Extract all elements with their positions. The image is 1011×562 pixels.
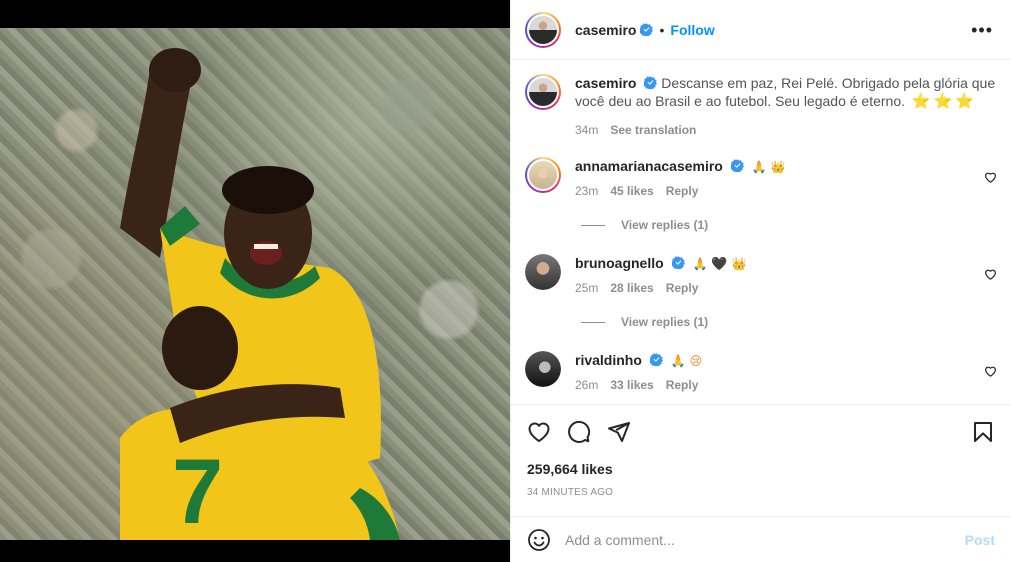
comment-time[interactable]: 26m <box>575 378 598 392</box>
likes-count[interactable]: 259,664 likes <box>527 461 995 477</box>
author-avatar-image <box>527 13 559 46</box>
sad-face-emoji: 😢 <box>689 354 703 368</box>
crown-emoji: 👑 <box>770 160 786 174</box>
see-translation-button[interactable]: See translation <box>610 123 696 137</box>
heart-icon[interactable] <box>527 420 551 444</box>
post-timestamp[interactable]: 34 MINUTES AGO <box>527 487 995 498</box>
praying-hands-emoji: 🙏 <box>751 160 767 174</box>
share-icon[interactable] <box>607 420 631 444</box>
verified-badge-icon <box>644 76 658 89</box>
comment-item: brunoagnello 🙏 🖤 👑 25m 28 likes Reply <box>525 254 997 295</box>
view-replies-label: View replies (1) <box>621 315 709 329</box>
verified-badge-icon <box>649 353 663 366</box>
author-username[interactable]: casemiro <box>575 22 636 38</box>
comment-heart-icon[interactable] <box>984 268 997 280</box>
black-heart-emoji: 🖤 <box>711 256 728 271</box>
comment-icon[interactable] <box>567 420 591 444</box>
commenter-avatar[interactable] <box>525 157 561 193</box>
post-media-pane: 7 <box>0 0 510 562</box>
view-replies-label: View replies (1) <box>621 218 709 232</box>
reply-button[interactable]: Reply <box>666 378 699 392</box>
emoji-icon[interactable] <box>527 528 551 552</box>
comment-likes[interactable]: 33 likes <box>610 378 653 392</box>
reply-button[interactable]: Reply <box>666 184 699 198</box>
caption-text: Descanse em paz, Rei Pelé. Obrigado pela… <box>575 75 996 109</box>
crown-emoji: 👑 <box>731 257 747 271</box>
bookmark-icon[interactable] <box>971 420 995 444</box>
star-emoji: ⭐ <box>955 93 974 110</box>
comment-item: rivaldinho 🙏 😢 26m 33 likes Reply <box>525 351 997 392</box>
praying-hands-emoji: 🙏 <box>670 354 686 368</box>
star-emoji: ⭐ <box>911 93 931 110</box>
post-details-pane: casemiro • Follow ••• casemiro Descanse … <box>510 0 1011 562</box>
verified-badge-icon <box>640 23 654 36</box>
commenter-avatar-image <box>525 351 561 387</box>
commenter-username[interactable]: rivaldinho <box>575 352 642 368</box>
add-comment-bar: Post <box>511 516 1011 562</box>
view-replies-button[interactable]: View replies (1) <box>581 218 997 232</box>
commenter-username[interactable]: brunoagnello <box>575 255 664 271</box>
caption-author-avatar-image <box>527 76 559 108</box>
follow-button[interactable]: Follow <box>670 22 714 38</box>
view-replies-button[interactable]: View replies (1) <box>581 315 997 329</box>
caption-entry: casemiro Descanse em paz, Rei Pelé. Obri… <box>525 74 997 137</box>
comment-item: annamarianacasemiro 🙏 👑 23m 45 likes Repl… <box>525 157 997 198</box>
caption-author-username[interactable]: casemiro <box>575 75 636 91</box>
commenter-avatar[interactable] <box>525 351 561 387</box>
post-photo[interactable]: 7 <box>0 28 510 540</box>
commenter-avatar-image <box>525 254 561 290</box>
praying-hands-emoji: 🙏 <box>692 257 708 271</box>
commenter-username[interactable]: annamarianacasemiro <box>575 158 723 174</box>
verified-badge-icon <box>730 159 744 172</box>
caption-time[interactable]: 34m <box>575 123 598 137</box>
post-header: casemiro • Follow ••• <box>511 0 1011 60</box>
comment-heart-icon[interactable] <box>984 171 997 183</box>
star-emoji: ⭐ <box>933 93 953 110</box>
author-avatar[interactable] <box>525 11 561 48</box>
comment-likes[interactable]: 28 likes <box>610 281 653 295</box>
comment-heart-icon[interactable] <box>984 365 997 377</box>
photo-figures <box>120 48 400 540</box>
jersey-number: 7 <box>172 441 224 540</box>
more-options-icon[interactable]: ••• <box>967 21 997 39</box>
comment-time[interactable]: 25m <box>575 281 598 295</box>
caption-author-avatar[interactable] <box>525 74 561 110</box>
replies-divider-line <box>581 224 605 226</box>
comment-time[interactable]: 23m <box>575 184 598 198</box>
action-icon-row <box>527 419 995 445</box>
post-actions: 259,664 likes 34 MINUTES AGO <box>511 404 1011 516</box>
commenter-avatar[interactable] <box>525 254 561 290</box>
commenter-avatar-image <box>527 159 559 191</box>
post-comment-button[interactable]: Post <box>965 532 995 548</box>
comment-likes[interactable]: 45 likes <box>610 184 653 198</box>
reply-button[interactable]: Reply <box>666 281 699 295</box>
comment-input[interactable] <box>565 531 965 548</box>
replies-divider-line <box>581 321 605 323</box>
verified-badge-icon <box>671 256 685 269</box>
comments-list[interactable]: casemiro Descanse em paz, Rei Pelé. Obri… <box>511 60 1011 404</box>
separator-dot: • <box>659 21 665 38</box>
